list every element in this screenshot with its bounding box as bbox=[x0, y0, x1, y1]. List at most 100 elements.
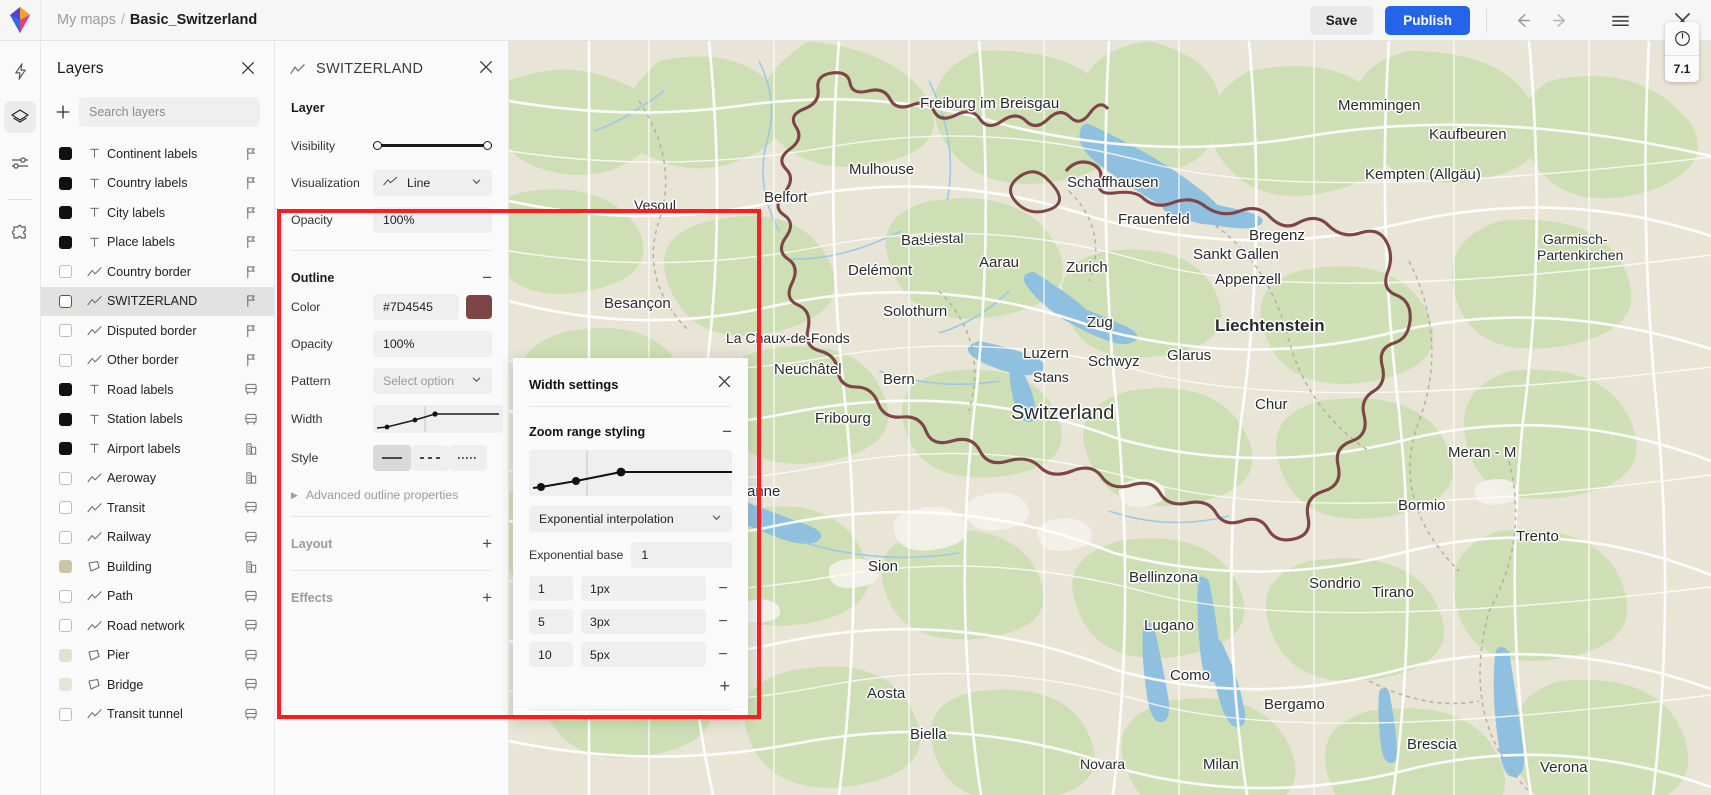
layer-color-swatch[interactable] bbox=[59, 177, 72, 190]
layer-color-swatch[interactable] bbox=[59, 531, 72, 544]
expand-effects-icon[interactable]: + bbox=[482, 589, 492, 606]
opacity-value[interactable]: 100% bbox=[373, 207, 492, 233]
layer-color-swatch[interactable] bbox=[59, 265, 72, 278]
pattern-select[interactable]: Select option bbox=[373, 368, 492, 394]
visibility-slider[interactable] bbox=[373, 136, 492, 156]
layer-color-swatch[interactable] bbox=[59, 295, 72, 308]
layer-row-airport-labels[interactable]: Airport labels bbox=[41, 434, 274, 464]
collapse-zoom-range-icon[interactable]: − bbox=[722, 423, 732, 440]
layer-color-swatch[interactable] bbox=[59, 206, 72, 219]
zoom-stop-value[interactable]: 3px bbox=[581, 609, 706, 634]
visualization-select[interactable]: Line bbox=[373, 170, 492, 196]
properties-body: Layer Visibility Visualization bbox=[275, 101, 508, 624]
layer-row-path[interactable]: Path bbox=[41, 582, 274, 612]
layer-color-swatch[interactable] bbox=[59, 590, 72, 603]
layer-row-country-border[interactable]: Country border bbox=[41, 257, 274, 287]
zoom-stop-level[interactable]: 1 bbox=[529, 576, 573, 601]
zoom-stop-value[interactable]: 5px bbox=[581, 642, 706, 667]
add-zoom-stop-button[interactable]: + bbox=[719, 677, 730, 695]
exponential-base-input[interactable]: 1 bbox=[631, 542, 732, 568]
sliders-icon[interactable] bbox=[4, 147, 36, 179]
menu-hamburger-icon[interactable] bbox=[1601, 2, 1639, 40]
style-solid-option[interactable] bbox=[373, 445, 411, 471]
app-logo[interactable] bbox=[0, 0, 41, 41]
polygon-icon bbox=[81, 649, 107, 662]
effects-section-header[interactable]: Effects + bbox=[291, 571, 492, 624]
layer-row-continent-labels[interactable]: Continent labels bbox=[41, 139, 274, 169]
outline-opacity-value[interactable]: 100% bbox=[373, 331, 492, 357]
zoom-level-badge[interactable]: 7.1 bbox=[1665, 22, 1699, 82]
layer-row-station-labels[interactable]: Station labels bbox=[41, 405, 274, 435]
zoom-stop-level[interactable]: 10 bbox=[529, 642, 573, 667]
breadcrumb-root[interactable]: My maps bbox=[57, 12, 116, 28]
breadcrumb-current[interactable]: Basic_Switzerland bbox=[130, 12, 257, 28]
advanced-outline-properties-toggle[interactable]: ▶ Advanced outline properties bbox=[291, 488, 492, 502]
search-layers-input[interactable] bbox=[79, 97, 260, 127]
layers-icon[interactable] bbox=[4, 101, 36, 133]
zoom-range-styling-header[interactable]: Zoom range styling − bbox=[513, 407, 748, 450]
layer-color-swatch[interactable] bbox=[59, 560, 72, 573]
color-swatch[interactable] bbox=[466, 295, 492, 319]
layer-row-aeroway[interactable]: Aeroway bbox=[41, 464, 274, 494]
layer-row-transit-tunnel[interactable]: Transit tunnel bbox=[41, 700, 274, 730]
back-arrow-icon[interactable] bbox=[1503, 2, 1541, 40]
forward-arrow-icon[interactable] bbox=[1541, 2, 1579, 40]
zoom-stop-level[interactable]: 5 bbox=[529, 609, 573, 634]
layer-row-other-border[interactable]: Other border bbox=[41, 346, 274, 376]
caret-right-icon: ▶ bbox=[291, 490, 298, 501]
layer-row-building[interactable]: Building bbox=[41, 552, 274, 582]
remove-zoom-stop-button[interactable]: − bbox=[714, 646, 732, 664]
lightning-icon[interactable] bbox=[4, 55, 36, 87]
layer-row-transit[interactable]: Transit bbox=[41, 493, 274, 523]
layer-color-swatch[interactable] bbox=[59, 501, 72, 514]
width-curve-preview[interactable] bbox=[373, 405, 503, 433]
layer-color-swatch[interactable] bbox=[59, 649, 72, 662]
layer-color-swatch[interactable] bbox=[59, 324, 72, 337]
layer-row-pier[interactable]: Pier bbox=[41, 641, 274, 671]
layout-section-header[interactable]: Layout + bbox=[291, 517, 492, 570]
layer-row-railway[interactable]: Railway bbox=[41, 523, 274, 553]
zoom-range-curve-chart[interactable] bbox=[529, 450, 732, 496]
layer-row-city-labels[interactable]: City labels bbox=[41, 198, 274, 228]
remove-zoom-stop-button[interactable]: − bbox=[714, 580, 732, 598]
layer-color-swatch[interactable] bbox=[59, 472, 72, 485]
layer-row-disputed-border[interactable]: Disputed border bbox=[41, 316, 274, 346]
outline-section-header[interactable]: Outline − bbox=[291, 251, 492, 292]
remove-zoom-stop-button[interactable]: − bbox=[714, 613, 732, 631]
layer-row-place-labels[interactable]: Place labels bbox=[41, 228, 274, 258]
layer-color-swatch[interactable] bbox=[59, 413, 72, 426]
zoom-stop-value[interactable]: 1px bbox=[581, 576, 706, 601]
collapse-outline-icon[interactable]: − bbox=[482, 269, 492, 286]
layer-row-switzerland[interactable]: SWITZERLAND bbox=[41, 287, 274, 317]
layer-color-swatch[interactable] bbox=[59, 678, 72, 691]
style-dashed-option[interactable] bbox=[411, 445, 449, 471]
add-layer-button[interactable] bbox=[55, 99, 71, 125]
expand-layout-icon[interactable]: + bbox=[482, 535, 492, 552]
layer-row-country-labels[interactable]: Country labels bbox=[41, 169, 274, 199]
puzzle-icon[interactable] bbox=[4, 216, 36, 248]
width-settings-title: Width settings bbox=[529, 377, 618, 392]
close-layers-panel-icon[interactable] bbox=[240, 60, 258, 78]
color-value[interactable]: #7D4545 bbox=[373, 294, 459, 320]
save-button[interactable]: Save bbox=[1310, 6, 1374, 35]
layer-row-bridge[interactable]: Bridge bbox=[41, 670, 274, 700]
width-label: Width bbox=[291, 412, 373, 426]
layer-row-road-labels[interactable]: Road labels bbox=[41, 375, 274, 405]
slider-knob-min[interactable] bbox=[373, 141, 382, 150]
layer-color-swatch[interactable] bbox=[59, 383, 72, 396]
layer-name: Disputed border bbox=[107, 324, 242, 338]
layer-color-swatch[interactable] bbox=[59, 619, 72, 632]
layer-color-swatch[interactable] bbox=[59, 147, 72, 160]
close-properties-icon[interactable] bbox=[478, 59, 494, 80]
interpolation-select[interactable]: Exponential interpolation bbox=[529, 506, 732, 532]
style-dotted-option[interactable] bbox=[449, 445, 487, 471]
layer-color-swatch[interactable] bbox=[59, 442, 72, 455]
layer-color-swatch[interactable] bbox=[59, 236, 72, 249]
layer-color-swatch[interactable] bbox=[59, 354, 72, 367]
publish-button[interactable]: Publish bbox=[1385, 6, 1470, 35]
layer-color-swatch[interactable] bbox=[59, 708, 72, 721]
layer-row-road-network[interactable]: Road network bbox=[41, 611, 274, 641]
slider-knob-max[interactable] bbox=[483, 141, 492, 150]
close-width-settings-icon[interactable] bbox=[717, 374, 732, 394]
visualization-value: Line bbox=[407, 176, 430, 190]
